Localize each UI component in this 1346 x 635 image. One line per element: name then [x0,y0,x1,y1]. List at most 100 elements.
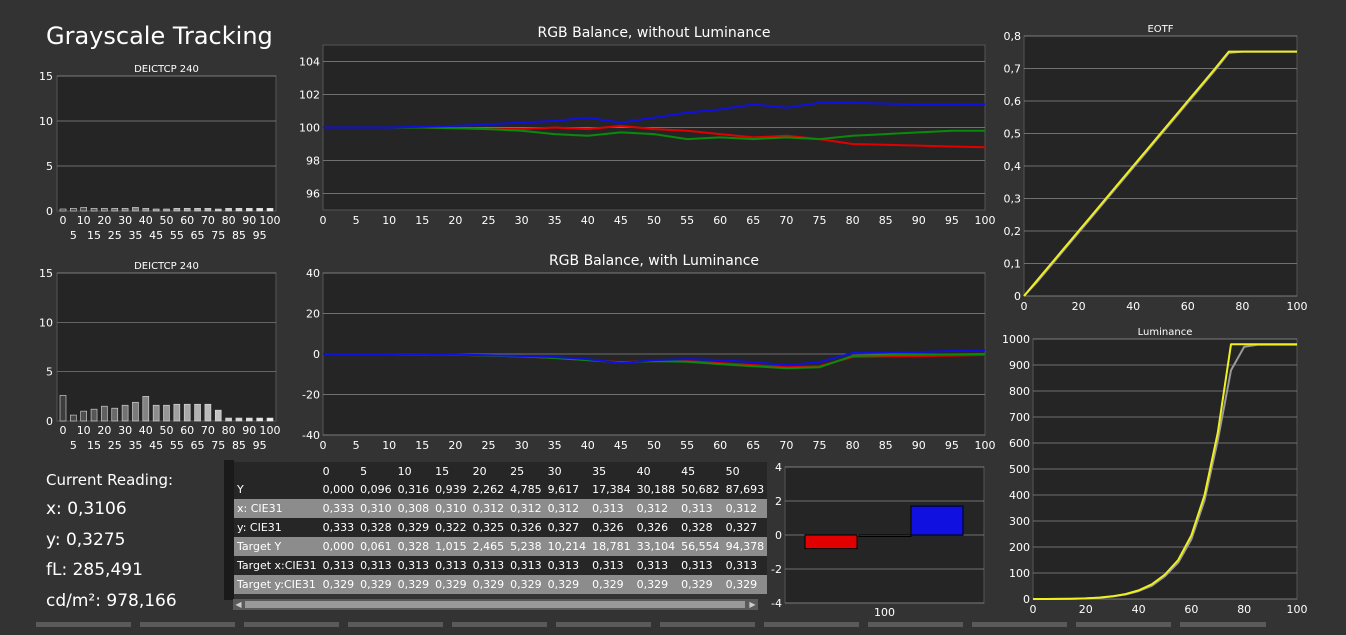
table-cell[interactable]: 0,313 [432,556,470,575]
table-cell[interactable]: 5,238 [507,537,545,556]
table-cell[interactable]: 0,000 [319,480,358,499]
table-cell[interactable]: 0,313 [469,556,508,575]
table-cell[interactable]: 0,329 [432,575,470,594]
table-cell[interactable]: 0,310 [432,499,470,518]
table-column-header[interactable]: 25 [507,462,545,480]
table-row[interactable]: y: CIE31 0,333 0,328 0,329 0,322 0,325 0,326 0,… [234,518,768,537]
table-cell[interactable]: 0,939 [432,480,470,499]
table-cell[interactable]: 17,384 [589,480,634,499]
table-row[interactable]: Target y:CIE31 0,329 0,329 0,329 0,329 0,329 0… [234,575,768,594]
table-cell[interactable]: 0,329 [589,575,634,594]
x-tick-label: 0 [60,214,67,227]
table-cell[interactable]: 0,313 [678,556,723,575]
table-row[interactable]: x: CIE31 0,333 0,310 0,308 0,310 0,312 0,312 0,… [234,499,768,518]
table-cell[interactable]: 0,329 [544,575,590,594]
table-cell[interactable]: 0,313 [589,499,634,518]
table-column-header[interactable]: 15 [432,462,470,480]
table-cell[interactable]: 33,104 [633,537,679,556]
table-cell[interactable]: 2,465 [469,537,508,556]
table-cell[interactable]: 0,329 [357,575,395,594]
table-cell[interactable]: 4,785 [507,480,545,499]
scroll-left-icon[interactable]: ◀ [233,599,244,610]
table-cell[interactable]: 0,313 [722,556,768,575]
table-cell[interactable]: 0,000 [319,537,358,556]
table-row[interactable]: Target Y 0,000 0,061 0,328 1,015 2,465 5,238 10… [234,537,768,556]
table-cell[interactable]: 0,322 [432,518,470,537]
table-cell[interactable]: 0,329 [633,575,679,594]
table-cell[interactable]: 2,262 [469,480,508,499]
table-cell[interactable]: 50,682 [678,480,723,499]
table-cell[interactable]: 10,214 [544,537,590,556]
x-tick-label: 90 [912,214,926,227]
table-cell[interactable]: 0,333 [319,499,358,518]
table-cell[interactable]: 0,313 [507,556,545,575]
table-cell[interactable]: 0,325 [469,518,508,537]
table-column-header[interactable]: 45 [678,462,723,480]
x-tick-label: 60 [180,214,194,227]
table-column-header[interactable]: 5 [357,462,395,480]
table-cell[interactable]: 0,308 [394,499,433,518]
table-cell[interactable]: 0,312 [633,499,679,518]
data-table[interactable]: 0 5 10 15 20 25 30 35 40 45 50 Y 0,000 0,096 0,316 0,93… [234,462,768,594]
table-cell[interactable]: 0,329 [722,575,768,594]
table-column-header[interactable]: 40 [633,462,679,480]
table-cell[interactable]: 56,554 [678,537,723,556]
table-cell[interactable]: 1,015 [432,537,470,556]
de-bar [163,404,170,422]
x-tick-label: 95 [253,229,267,242]
table-cell[interactable]: 87,693 [722,480,768,499]
x-tick-label: 85 [232,439,246,452]
table-column-header[interactable]: 50 [722,462,768,480]
table-scrollbar[interactable]: ◀ ▶ [233,599,758,610]
table-cell[interactable]: 0,329 [469,575,508,594]
de-bar [101,405,108,422]
table-cell[interactable]: 0,313 [319,556,358,575]
table-cell[interactable]: 0,328 [357,518,395,537]
data-table-container[interactable]: 0 5 10 15 20 25 30 35 40 45 50 Y 0,000 0,096 0,316 0,93… [234,462,768,594]
table-cell[interactable]: 0,313 [633,556,679,575]
table-cell[interactable]: 0,313 [678,499,723,518]
table-cell[interactable]: 0,326 [507,518,545,537]
y-tick-label: 200 [1009,541,1030,554]
table-column-header[interactable]: 30 [544,462,590,480]
table-cell[interactable]: 0,061 [357,537,395,556]
table-cell[interactable]: 30,188 [633,480,679,499]
de-bar [80,207,88,212]
table-cell[interactable]: 0,313 [357,556,395,575]
table-column-header[interactable]: 20 [469,462,508,480]
table-cell[interactable]: 0,310 [357,499,395,518]
table-row[interactable]: Y 0,000 0,096 0,316 0,939 2,262 4,785 9,617 17,3… [234,480,768,499]
table-cell[interactable]: 0,333 [319,518,358,537]
current-bar-blue [910,505,964,536]
table-column-header[interactable]: 35 [589,462,634,480]
table-cell[interactable]: 0,326 [633,518,679,537]
table-cell[interactable]: 0,313 [544,556,590,575]
table-cell[interactable]: 0,329 [394,518,433,537]
scrollbar-thumb[interactable] [245,601,745,608]
table-cell[interactable]: 0,312 [469,499,508,518]
table-cell[interactable]: 0,316 [394,480,433,499]
table-cell[interactable]: 0,096 [357,480,395,499]
table-cell[interactable]: 0,327 [722,518,768,537]
table-cell[interactable]: 0,328 [394,537,433,556]
table-cell[interactable]: 18,781 [589,537,634,556]
table-cell[interactable]: 0,313 [394,556,433,575]
table-cell[interactable]: 9,617 [544,480,590,499]
table-cell[interactable]: 0,329 [394,575,433,594]
table-cell[interactable]: 0,312 [544,499,590,518]
table-cell[interactable]: 0,329 [678,575,723,594]
table-cell[interactable]: 0,328 [678,518,723,537]
table-column-header[interactable]: 10 [394,462,433,480]
table-cell[interactable]: 0,312 [507,499,545,518]
de-bar [214,208,222,212]
table-row[interactable]: Target x:CIE31 0,313 0,313 0,313 0,313 0,313 0… [234,556,768,575]
scroll-right-icon[interactable]: ▶ [747,599,758,610]
table-cell[interactable]: 0,329 [507,575,545,594]
table-cell[interactable]: 0,326 [589,518,634,537]
table-column-header[interactable]: 0 [319,462,358,480]
table-cell[interactable]: 0,327 [544,518,590,537]
table-cell[interactable]: 0,329 [319,575,358,594]
table-cell[interactable]: 0,312 [722,499,768,518]
table-cell[interactable]: 0,313 [589,556,634,575]
table-cell[interactable]: 94,378 [722,537,768,556]
